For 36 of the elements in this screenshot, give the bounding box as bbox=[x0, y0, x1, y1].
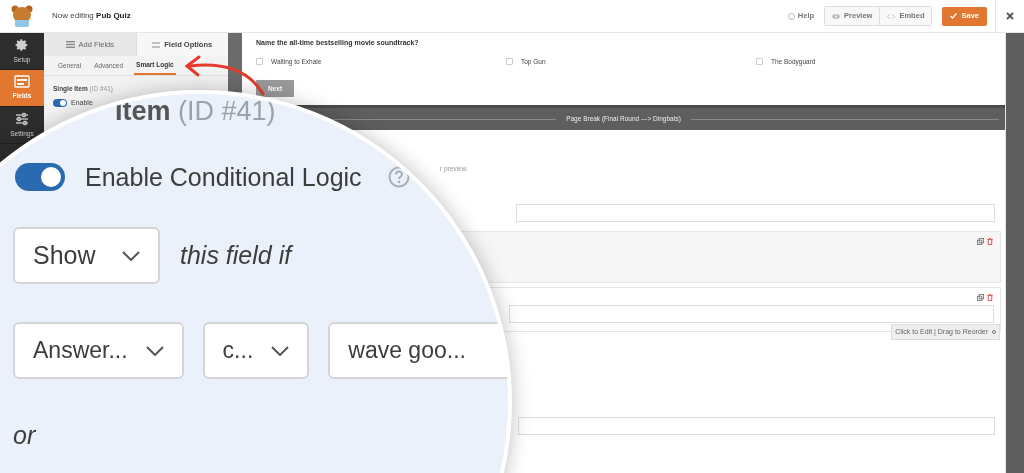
chevron-down-icon bbox=[145, 345, 164, 356]
toggle-switch[interactable] bbox=[15, 163, 65, 191]
show-select[interactable]: Show bbox=[13, 227, 160, 284]
help-icon bbox=[787, 12, 795, 20]
checkbox[interactable] bbox=[756, 57, 763, 65]
sliders-icon bbox=[152, 40, 161, 49]
help-icon bbox=[387, 166, 410, 188]
checkbox[interactable] bbox=[506, 57, 513, 65]
checkbox[interactable] bbox=[256, 57, 263, 65]
toggle-label: Enable Conditional Logic bbox=[85, 164, 362, 190]
gear-icon bbox=[15, 37, 29, 52]
close-icon[interactable] bbox=[1006, 12, 1014, 20]
chevron-down-icon bbox=[122, 250, 140, 261]
rule-select[interactable]: c... bbox=[202, 322, 310, 379]
trash-icon[interactable] bbox=[987, 293, 993, 301]
text-input[interactable] bbox=[516, 203, 995, 222]
form-icon bbox=[14, 75, 30, 89]
value-input[interactable]: wave goo... bbox=[328, 322, 508, 379]
chevron-down-icon bbox=[271, 345, 290, 356]
text-input[interactable] bbox=[509, 304, 994, 323]
magnified-heading: Item (ID #41) bbox=[115, 98, 277, 125]
toggle-switch[interactable] bbox=[53, 99, 67, 107]
rule-select[interactable]: Answer... bbox=[13, 322, 184, 379]
copy-icon[interactable] bbox=[977, 237, 984, 245]
code-icon bbox=[887, 13, 896, 19]
or-label: or bbox=[13, 420, 37, 451]
trash-icon[interactable] bbox=[987, 237, 993, 245]
copy-icon[interactable] bbox=[977, 293, 984, 301]
checkmark-icon bbox=[950, 13, 958, 19]
eye-icon bbox=[832, 13, 841, 19]
logo-icon bbox=[9, 4, 35, 28]
editing-title: Now editing Pub Quiz bbox=[52, 10, 131, 22]
condition-label: this field if bbox=[180, 239, 292, 271]
text-input[interactable] bbox=[518, 416, 995, 435]
sliders-icon bbox=[15, 111, 29, 126]
list-icon bbox=[65, 41, 75, 48]
